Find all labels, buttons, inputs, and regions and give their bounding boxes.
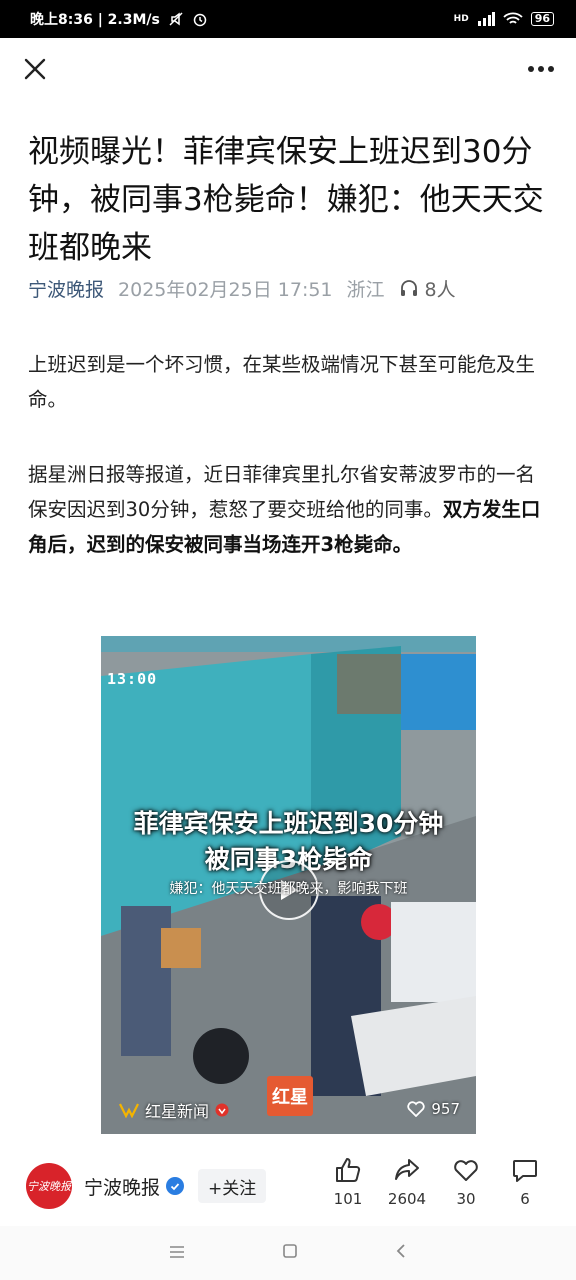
listen-button[interactable]: 8人 (399, 275, 456, 302)
status-bar: 晚上8:36 | 2.3M/s HD 96 (0, 0, 576, 38)
bottom-action-bar: 宁波晚报 宁波晚报 +关注 101 2604 30 6 (0, 1146, 576, 1226)
author-name-row[interactable]: 宁波晚报 (84, 1173, 185, 1200)
verified-badge-icon (215, 1103, 229, 1117)
location: 浙江 (346, 278, 385, 301)
article-meta: 宁波晚报 2025年02月25日 17:51 浙江 8人 (28, 272, 558, 304)
video-like-count: 957 (431, 1100, 460, 1118)
video-timestamp: 13:00 (107, 670, 158, 688)
thumbs-up-icon (336, 1158, 361, 1182)
close-button[interactable] (18, 52, 52, 86)
heart-outline-icon (407, 1101, 426, 1117)
favorite-button[interactable]: 30 (436, 1156, 496, 1216)
share-icon (395, 1159, 419, 1180)
verified-icon (166, 1177, 185, 1195)
video-brand-name: 红星新闻 (145, 1102, 210, 1121)
video-headline-line1: 菲律宾保安上班迟到30分钟 (133, 809, 444, 838)
video-likes[interactable]: 957 (407, 1100, 460, 1118)
brand-logo-icon (119, 1103, 139, 1118)
like-button[interactable]: 101 (318, 1156, 378, 1216)
menu-icon (170, 1245, 184, 1258)
favorite-count: 30 (456, 1190, 476, 1208)
comment-button[interactable]: 6 (495, 1156, 555, 1216)
video-player[interactable]: 13:00 菲律宾保安上班迟到30分钟 被同事3枪毙命 嫌犯：他天天交班都晚来，… (101, 636, 476, 1134)
top-bar (0, 38, 576, 100)
more-icon (528, 66, 554, 72)
share-button[interactable]: 2604 (377, 1156, 437, 1216)
home-square-icon (283, 1244, 297, 1258)
author-name: 宁波晚报 (84, 1176, 161, 1199)
video-brand: 红星新闻 (119, 1098, 229, 1122)
system-nav-bar (0, 1226, 576, 1280)
mute-icon (169, 12, 183, 26)
network-type: HD (453, 14, 469, 24)
paragraph-1: 上班迟到是一个坏习惯，在某些极端情况下甚至可能危及生命。 (28, 353, 536, 411)
action-group: 101 2604 30 6 (316, 1156, 556, 1216)
follow-button[interactable]: +关注 (198, 1169, 267, 1203)
more-button[interactable] (524, 52, 558, 86)
heart-icon (454, 1160, 478, 1181)
publish-date: 2025年02月25日 17:51 (118, 278, 333, 301)
headphones-icon (400, 280, 417, 296)
video-watermark: 红星 (267, 1076, 313, 1116)
source-link[interactable]: 宁波晚报 (28, 275, 104, 302)
article-title: 视频曝光！菲律宾保安上班迟到30分钟，被同事3枪毙命！嫌犯：他天天交班都晚来 (28, 134, 544, 266)
home-nav-button[interactable] (282, 1243, 298, 1263)
alarm-icon (193, 13, 207, 27)
close-icon (24, 58, 46, 80)
video-subtitle: 嫌犯：他天天交班都晚来，影响我下班 (169, 881, 408, 897)
back-nav-button[interactable] (394, 1243, 408, 1263)
share-count: 2604 (387, 1190, 427, 1208)
back-arrow-icon (396, 1244, 405, 1258)
like-count: 101 (333, 1190, 363, 1208)
author-avatar[interactable]: 宁波晚报 (26, 1163, 72, 1209)
menu-nav-button[interactable] (168, 1244, 186, 1263)
paragraph-2: 据星洲日报等报道，近日菲律宾里扎尔省安蒂波罗市的一名保安因迟到30分钟，惹怒了要… (28, 457, 552, 562)
battery-indicator: 96 (530, 12, 554, 26)
signal-icon (477, 12, 495, 26)
status-time: 晚上8:36 | 2.3M/s (30, 12, 160, 28)
comment-icon (513, 1160, 537, 1182)
listener-count: 8人 (424, 278, 456, 301)
wifi-icon (503, 12, 523, 24)
comment-count: 6 (520, 1190, 530, 1208)
